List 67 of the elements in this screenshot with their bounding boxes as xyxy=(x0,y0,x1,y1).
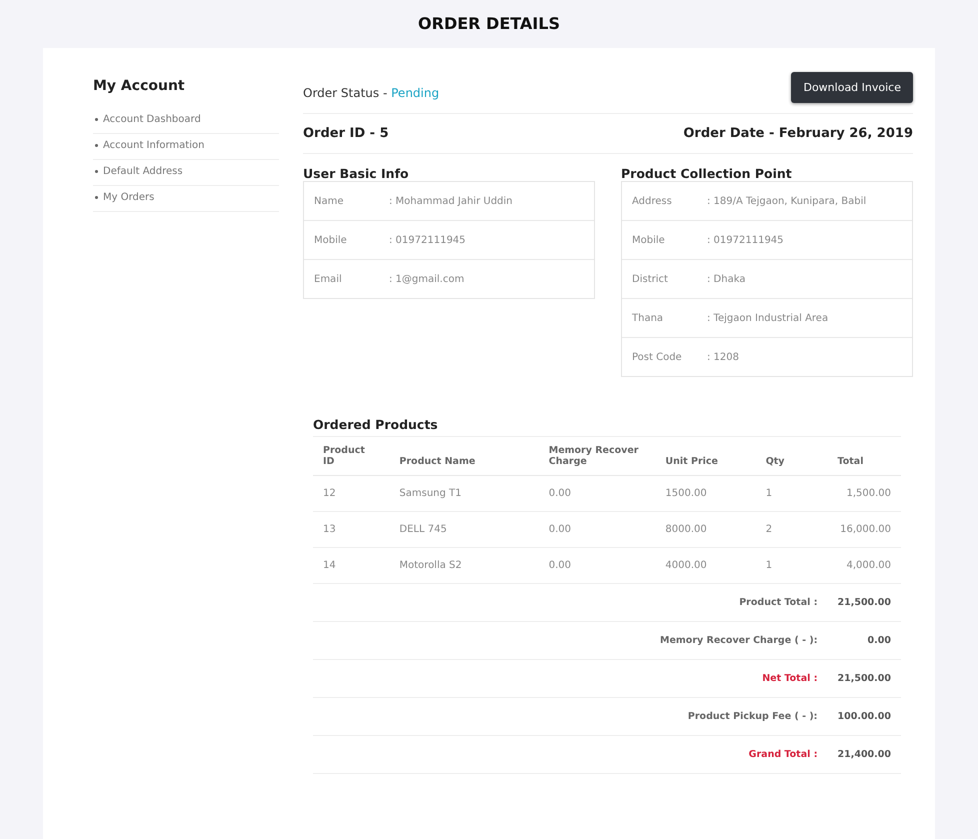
summary-label: Memory Recover Charge ( - ): xyxy=(313,622,828,660)
section-title: Product Collection Point xyxy=(621,166,793,181)
info-label: Mobile xyxy=(632,234,666,246)
table-cell: DELL 745 xyxy=(389,512,539,548)
info-value: : Tejgaon Industrial Area xyxy=(707,312,828,324)
table-cell: 16,000.00 xyxy=(828,512,901,548)
sidebar-link[interactable]: My Orders xyxy=(93,186,279,212)
sidebar-link[interactable]: Account Dashboard xyxy=(93,108,279,134)
order-status: Order Status - Pending xyxy=(303,86,440,100)
section-title: Ordered Products xyxy=(313,417,901,437)
order-id: Order ID - 5 xyxy=(303,125,389,143)
summary-label: Product Pickup Fee ( - ): xyxy=(313,698,828,736)
sidebar-link[interactable]: Default Address xyxy=(93,160,279,186)
info-label: Post Code xyxy=(632,352,683,362)
table-cell: 0.00 xyxy=(538,548,656,584)
info-value: : 01972111945 xyxy=(389,234,466,246)
table-cell: 2 xyxy=(756,512,828,548)
page-title: ORDER DETAILS xyxy=(418,14,560,35)
sidebar-link[interactable]: Account Information xyxy=(93,134,279,160)
bullet-icon xyxy=(95,118,98,121)
table-cell: 1,500.00 xyxy=(828,476,901,512)
info-value: : Dhaka xyxy=(707,274,746,284)
table-cell: 4000.00 xyxy=(655,548,756,584)
summary-value: 100.00.00 xyxy=(828,698,901,736)
table-cell: 4,000.00 xyxy=(828,548,901,584)
download-invoice-button[interactable]: Download Invoice xyxy=(791,72,913,103)
info-value: : 01972111945 xyxy=(707,234,784,246)
sidebar-title: My Account xyxy=(93,78,186,94)
summary-label: Product Total : xyxy=(313,584,828,622)
info-label: Thana xyxy=(632,312,664,324)
table-cell: 0.00 xyxy=(538,512,656,548)
bullet-icon xyxy=(95,144,98,147)
table-cell: 1 xyxy=(756,548,828,584)
table-cell: Motorolla S2 xyxy=(389,548,539,584)
column-header: Product Name xyxy=(389,437,539,476)
table-cell: 1500.00 xyxy=(655,476,756,512)
summary-value: 0.00 xyxy=(828,622,901,660)
summary-value: 21,500.00 xyxy=(828,584,901,622)
table-cell: 12 xyxy=(313,476,390,512)
column-header: Product ID xyxy=(313,437,390,476)
summary-value: 21,500.00 xyxy=(828,660,901,698)
info-label: Address xyxy=(632,196,673,206)
info-value: : 1@gmail.com xyxy=(389,274,464,284)
summary-label: Net Total : xyxy=(313,660,828,698)
summary-value: 21,400.00 xyxy=(828,736,901,774)
info-value: : 189/A Tejgaon, Kunipara, Babil xyxy=(707,196,866,206)
bullet-icon xyxy=(95,196,98,199)
info-label: Mobile xyxy=(314,234,348,246)
table-cell: Samsung T1 xyxy=(389,476,539,512)
section-title: User Basic Info xyxy=(303,166,410,181)
bullet-icon xyxy=(95,170,98,173)
info-label: Name xyxy=(314,196,345,206)
table-cell: 0.00 xyxy=(538,476,656,512)
info-value: : 1208 xyxy=(707,352,739,362)
table-cell: 13 xyxy=(313,512,390,548)
table-cell: 1 xyxy=(756,476,828,512)
summary-label: Grand Total : xyxy=(313,736,828,774)
info-label: Email xyxy=(314,274,343,284)
info-label: District xyxy=(632,274,669,284)
column-header: Total xyxy=(828,437,901,476)
column-header: Qty xyxy=(756,437,828,476)
order-date: Order Date - February 26, 2019 xyxy=(683,125,913,143)
column-header: Memory Recover Charge xyxy=(538,437,656,476)
info-value: : Mohammad Jahir Uddin xyxy=(389,196,513,206)
table-cell: 14 xyxy=(313,548,390,584)
table-cell: 8000.00 xyxy=(655,512,756,548)
column-header: Unit Price xyxy=(655,437,756,476)
